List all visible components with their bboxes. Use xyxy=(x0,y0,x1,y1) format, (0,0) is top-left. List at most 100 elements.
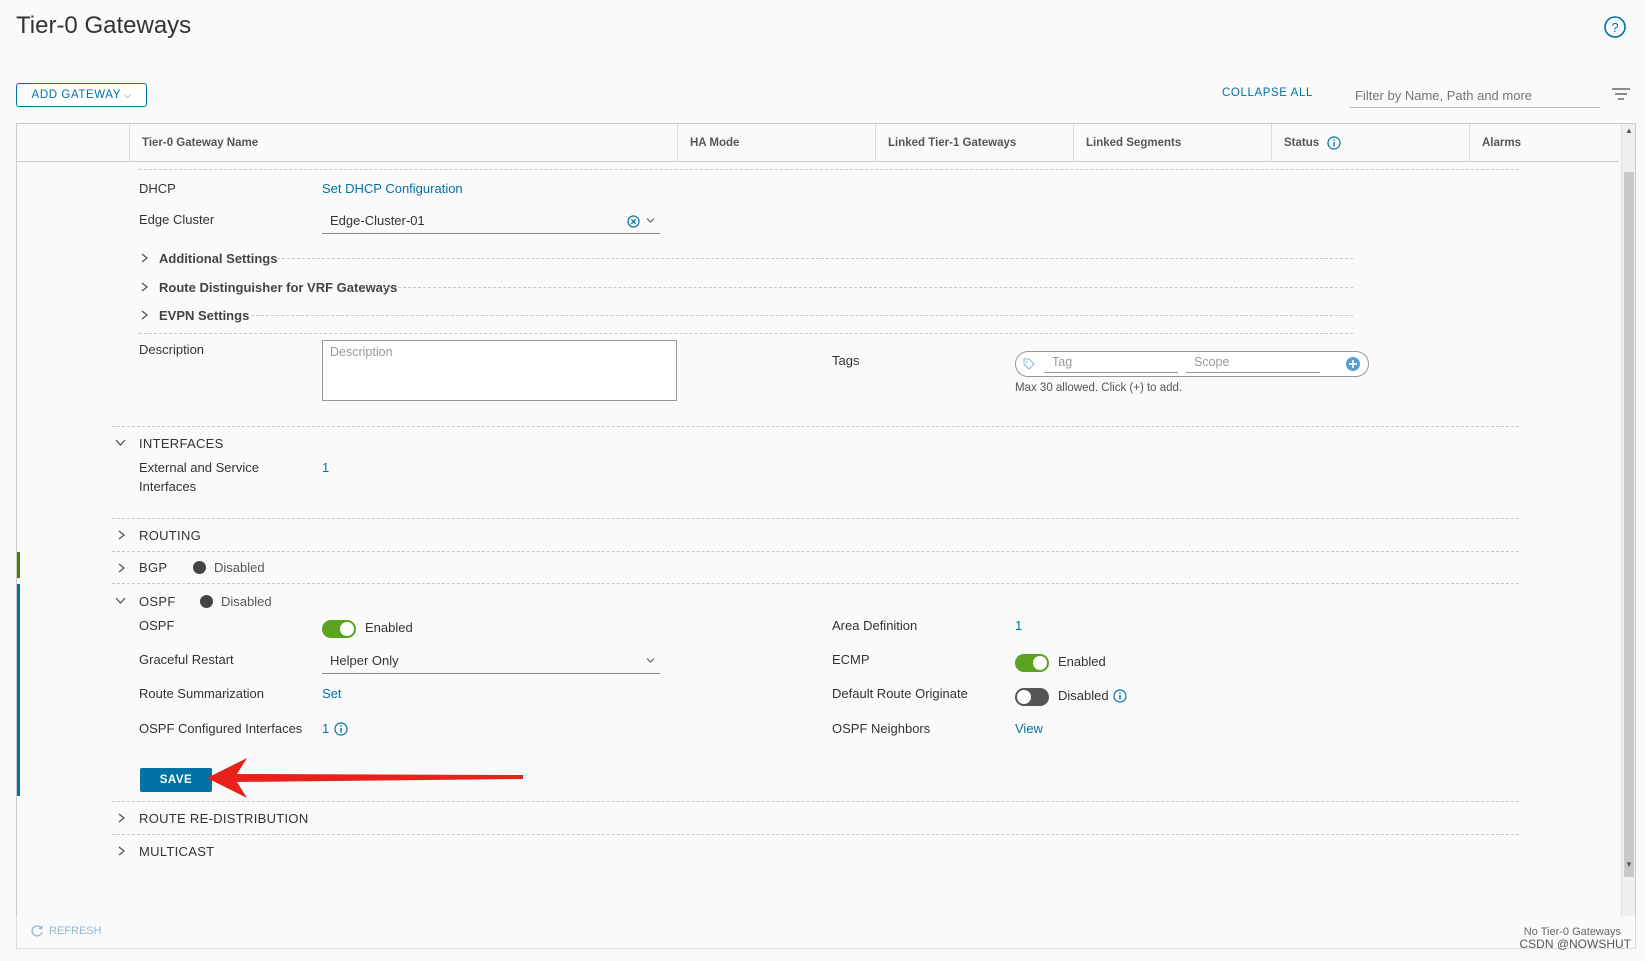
evpn-settings-toggle[interactable]: EVPN Settings xyxy=(159,308,249,323)
refresh-icon[interactable] xyxy=(30,924,44,938)
status-dot-icon xyxy=(200,595,213,608)
chevron-down-icon xyxy=(646,218,655,223)
column-linked-segments[interactable]: Linked Segments xyxy=(1073,124,1271,162)
divider xyxy=(112,551,1519,552)
chevron-down-icon[interactable] xyxy=(115,438,126,447)
edge-cluster-select[interactable]: Edge-Cluster-01 xyxy=(322,208,660,234)
annotation-arrow-icon xyxy=(207,758,523,798)
column-gateway-name[interactable]: Tier-0 Gateway Name xyxy=(129,124,689,162)
chevron-right-icon[interactable] xyxy=(117,813,126,823)
ecmp-label: ECMP xyxy=(832,652,870,667)
ecmp-toggle[interactable] xyxy=(1015,654,1049,672)
set-dhcp-link[interactable]: Set DHCP Configuration xyxy=(322,181,463,196)
bgp-status: Disabled xyxy=(214,560,265,575)
graceful-restart-label: Graceful Restart xyxy=(139,652,234,667)
ospf-label: OSPF xyxy=(139,618,175,633)
refresh-button[interactable]: REFRESH xyxy=(49,925,102,937)
ospf-edit-bar xyxy=(17,584,20,796)
add-tag-icon[interactable] xyxy=(1345,356,1361,372)
divider xyxy=(383,287,1353,288)
filter-input[interactable] xyxy=(1350,84,1600,108)
chevron-right-icon[interactable] xyxy=(140,310,149,320)
chevron-right-icon[interactable] xyxy=(140,253,149,263)
status-dot-icon xyxy=(193,561,206,574)
divider xyxy=(251,315,1353,316)
edge-cluster-label: Edge Cluster xyxy=(139,212,215,227)
divider xyxy=(112,801,1519,802)
configured-interfaces-label: OSPF Configured Interfaces xyxy=(139,721,303,736)
area-definition-link[interactable]: 1 xyxy=(1015,618,1022,633)
help-circle-icon[interactable]: ? xyxy=(1603,15,1627,39)
configured-interfaces-link[interactable]: 1 xyxy=(322,721,329,736)
interfaces-count-link[interactable]: 1 xyxy=(322,460,329,475)
save-button[interactable]: SAVE xyxy=(140,768,212,792)
collapse-all-button[interactable]: COLLAPSE ALL xyxy=(1222,87,1313,99)
chevron-right-icon[interactable] xyxy=(140,282,149,292)
route-summarization-link[interactable]: Set xyxy=(322,686,342,701)
scroll-up-icon[interactable]: ▲ xyxy=(1624,126,1634,136)
column-alarms[interactable]: Alarms xyxy=(1469,124,1619,162)
ospf-status: Disabled xyxy=(221,594,272,609)
ospf-section-title[interactable]: OSPF xyxy=(139,594,176,609)
toggle-knob xyxy=(340,622,354,636)
description-label: Description xyxy=(139,342,205,357)
column-ha-mode[interactable]: HA Mode xyxy=(677,124,875,162)
route-redistribution-section-title[interactable]: ROUTE RE-DISTRIBUTION xyxy=(139,811,309,826)
ospf-neighbors-label: OSPF Neighbors xyxy=(832,721,931,736)
divider xyxy=(112,426,1519,427)
chevron-right-icon[interactable] xyxy=(117,846,126,856)
clear-icon[interactable] xyxy=(627,215,640,228)
tag-icon xyxy=(1023,358,1035,370)
chevron-down-icon[interactable] xyxy=(115,596,126,605)
ospf-toggle[interactable] xyxy=(322,620,356,638)
bgp-section-title[interactable]: BGP xyxy=(139,560,167,575)
interfaces-section-title[interactable]: INTERFACES xyxy=(139,436,224,451)
bgp-status-bar xyxy=(17,552,20,578)
default-route-label: Default Route Originate xyxy=(832,686,968,701)
toggle-knob xyxy=(1033,656,1047,670)
divider xyxy=(277,258,1353,259)
graceful-restart-select[interactable]: Helper Only xyxy=(322,648,660,674)
info-icon[interactable] xyxy=(1113,689,1127,703)
page-title: Tier-0 Gateways xyxy=(16,12,192,39)
ospf-toggle-label: Enabled xyxy=(365,620,413,635)
add-gateway-button[interactable]: ADD GATEWAY ⌵ xyxy=(16,83,147,107)
svg-text:?: ? xyxy=(1611,20,1618,35)
grid-footer: REFRESH No Tier-0 Gateways xyxy=(16,916,1636,949)
add-gateway-label: ADD GATEWAY xyxy=(31,89,121,101)
default-route-toggle[interactable] xyxy=(1015,688,1049,706)
divider xyxy=(139,169,1519,170)
filter-icon[interactable] xyxy=(1611,86,1631,102)
multicast-section-title[interactable]: MULTICAST xyxy=(139,844,214,859)
column-linked-tier1[interactable]: Linked Tier-1 Gateways xyxy=(875,124,1073,162)
interfaces-label: External and Service Interfaces xyxy=(139,460,259,494)
ecmp-toggle-label: Enabled xyxy=(1058,654,1106,669)
divider xyxy=(112,583,1519,584)
chevron-right-icon[interactable] xyxy=(117,563,126,573)
scroll-thumb[interactable] xyxy=(1624,172,1634,877)
ospf-neighbors-link[interactable]: View xyxy=(1015,721,1043,736)
watermark: CSDN @NOWSHUT xyxy=(1519,937,1631,951)
column-status[interactable]: Status xyxy=(1271,124,1469,162)
tag-field[interactable]: Tag xyxy=(1044,355,1178,373)
scope-field[interactable]: Scope xyxy=(1186,355,1320,373)
routing-section-title[interactable]: ROUTING xyxy=(139,528,201,543)
additional-settings-toggle[interactable]: Additional Settings xyxy=(159,251,277,266)
divider xyxy=(112,518,1519,519)
tags-hint: Max 30 allowed. Click (+) to add. xyxy=(1015,382,1183,394)
chevron-right-icon[interactable] xyxy=(117,530,126,540)
info-icon[interactable] xyxy=(1327,136,1341,150)
gateways-grid: Tier-0 Gateway Name HA Mode Linked Tier-… xyxy=(16,123,1636,918)
scroll-down-icon[interactable]: ▼ xyxy=(1624,860,1634,870)
tags-input[interactable]: Tag Scope xyxy=(1015,351,1369,377)
route-distinguisher-toggle[interactable]: Route Distinguisher for VRF Gateways xyxy=(159,280,397,295)
chevron-down-icon xyxy=(646,658,655,663)
description-textarea[interactable]: Description xyxy=(322,340,677,401)
tags-label: Tags xyxy=(832,353,860,368)
vertical-scrollbar[interactable]: ▲ ▼ xyxy=(1621,124,1635,917)
divider xyxy=(139,333,1353,334)
chevron-down-icon: ⌵ xyxy=(124,89,132,100)
info-icon[interactable] xyxy=(334,722,348,736)
dhcp-label: DHCP xyxy=(139,181,176,196)
grid-header: Tier-0 Gateway Name HA Mode Linked Tier-… xyxy=(17,124,1619,162)
